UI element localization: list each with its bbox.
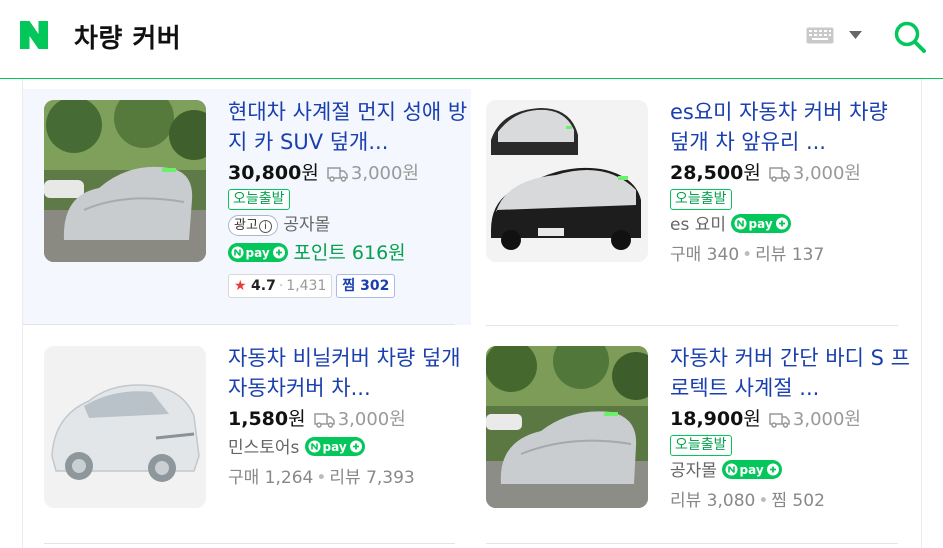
card-divider xyxy=(486,543,898,544)
price-row: 30,800원 3,000원 xyxy=(228,159,468,187)
review-count[interactable]: 리뷰 7,393 xyxy=(329,468,414,488)
currency-unit: 원 xyxy=(743,408,761,430)
search-icon[interactable] xyxy=(893,20,927,54)
seller-row: 민스토어s pay xyxy=(228,435,468,461)
truck-icon xyxy=(769,167,790,182)
svg-text:pay: pay xyxy=(246,246,270,260)
shipping-fee: 3,000원 xyxy=(769,163,861,184)
product-info: 자동차 비닐커버 차량 덮개 자동차커버 차... 1,580원 3,000원 … xyxy=(228,343,468,491)
truck-icon xyxy=(769,413,790,428)
product-title[interactable]: 자동차 커버 간단 바디 S 프로텍트 사계절 ... xyxy=(670,343,910,403)
today-dispatch-badge: 오늘출발 xyxy=(670,435,732,456)
npay-row: pay 포인트 616원 xyxy=(228,240,468,266)
svg-text:pay: pay xyxy=(740,463,764,477)
product-title[interactable]: es요미 자동차 커버 차량 덮개 차 앞유리 ... xyxy=(670,97,910,157)
card-divider xyxy=(23,324,455,325)
product-image[interactable] xyxy=(44,346,206,508)
product-price: 30,800 xyxy=(228,162,302,184)
purchase-count: 구매 340 xyxy=(670,245,740,265)
svg-text:pay: pay xyxy=(322,440,346,454)
product-info: 현대차 사계절 먼지 성애 방지 카 SUV 덮개... 30,800원 3,0… xyxy=(228,97,468,298)
product-card-ad[interactable]: 현대차 사계절 먼지 성애 방지 카 SUV 덮개... 30,800원 3,0… xyxy=(23,89,471,325)
product-stats: 구매 1,264 • 리뷰 7,393 xyxy=(228,468,415,488)
rating-count: 1,431 xyxy=(286,278,327,294)
zzim-count: 찜 502 xyxy=(771,491,825,511)
currency-unit: 원 xyxy=(301,162,319,184)
npay-plus-icon: pay xyxy=(304,437,365,456)
rating-score: 4.7 xyxy=(251,278,276,294)
review-count[interactable]: 리뷰 137 xyxy=(755,245,824,265)
shipping-fee: 3,000원 xyxy=(313,409,406,430)
product-price: 28,500 xyxy=(670,162,744,184)
product-card[interactable]: 자동차 비닐커버 차량 덮개 자동차커버 차... 1,580원 3,000원 … xyxy=(23,335,471,548)
npay-plus-icon: pay xyxy=(228,243,288,262)
seller-name[interactable]: 공자몰 xyxy=(670,461,717,481)
product-title[interactable]: 자동차 비닐커버 차량 덮개 자동차커버 차... xyxy=(228,343,468,403)
product-info: es요미 자동차 커버 차량 덮개 차 앞유리 ... 28,500원 3,00… xyxy=(670,97,910,268)
purchase-count: 구매 1,264 xyxy=(228,468,314,488)
product-card[interactable]: 자동차 커버 간단 바디 S 프로텍트 사계절 ... 18,900원 3,00… xyxy=(486,335,910,548)
star-icon: ★ xyxy=(234,278,247,294)
shipping-fee-text: 3,000원 xyxy=(792,409,861,430)
npay-plus-icon: pay xyxy=(722,460,783,479)
shipping-fee: 3,000원 xyxy=(327,163,419,184)
npay-plus-icon: pay xyxy=(731,214,792,233)
card-divider xyxy=(486,325,898,326)
seller-row: es 요미 pay xyxy=(670,212,910,238)
today-dispatch-badge: 오늘출발 xyxy=(670,189,732,210)
search-header: 차량 커버 xyxy=(0,0,943,79)
product-info: 자동차 커버 간단 바디 S 프로텍트 사계절 ... 18,900원 3,00… xyxy=(670,343,910,514)
seller-name[interactable]: es 요미 xyxy=(670,215,726,235)
zzim-box[interactable]: 찜 302 xyxy=(336,274,396,298)
rating-box[interactable]: ★ 4.7 · 1,431 xyxy=(228,274,333,298)
shipping-fee-text: 3,000원 xyxy=(792,163,861,184)
product-price: 1,580 xyxy=(228,408,289,430)
point-text: 포인트 616원 xyxy=(293,242,406,264)
product-stats: 리뷰 3,080 • 찜 502 xyxy=(670,491,825,511)
price-row: 28,500원 3,000원 xyxy=(670,159,910,187)
product-price: 18,900 xyxy=(670,408,744,430)
card-divider xyxy=(44,543,455,544)
product-card[interactable]: es요미 자동차 커버 차량 덮개 차 앞유리 ... 28,500원 3,00… xyxy=(486,89,898,326)
truck-icon xyxy=(327,167,348,182)
truck-icon xyxy=(313,413,335,428)
product-list: 현대차 사계절 먼지 성애 방지 카 SUV 덮개... 30,800원 3,0… xyxy=(22,79,922,548)
keyboard-icon[interactable] xyxy=(806,27,834,44)
seller-row: 광고 i 공자몰 xyxy=(228,212,468,238)
today-dispatch-badge: 오늘출발 xyxy=(228,189,290,210)
seller-name[interactable]: 공자몰 xyxy=(283,215,330,235)
product-stats: 구매 340 • 리뷰 137 xyxy=(670,245,825,265)
product-title[interactable]: 현대차 사계절 먼지 성애 방지 카 SUV 덮개... xyxy=(228,97,468,157)
svg-text:pay: pay xyxy=(749,217,773,231)
caret-down-icon[interactable] xyxy=(849,31,862,40)
seller-name[interactable]: 민스토어s xyxy=(228,438,299,458)
ad-label: 광고 xyxy=(234,218,258,233)
shipping-fee-text: 3,000원 xyxy=(337,409,406,430)
shipping-fee: 3,000원 xyxy=(769,409,861,430)
price-row: 18,900원 3,000원 xyxy=(670,405,910,433)
ad-badge[interactable]: 광고 i xyxy=(228,215,278,236)
product-image[interactable] xyxy=(44,100,206,262)
search-query-text[interactable]: 차량 커버 xyxy=(74,18,181,55)
product-image[interactable] xyxy=(486,100,648,262)
info-icon: i xyxy=(258,220,272,233)
review-count[interactable]: 리뷰 3,080 xyxy=(670,491,755,511)
price-row: 1,580원 3,000원 xyxy=(228,405,468,433)
shipping-fee-text: 3,000원 xyxy=(350,163,419,184)
currency-unit: 원 xyxy=(743,162,761,184)
naver-n-logo[interactable] xyxy=(18,19,50,51)
currency-unit: 원 xyxy=(288,408,306,430)
product-image[interactable] xyxy=(486,346,648,508)
seller-row: 공자몰 pay xyxy=(670,458,910,484)
